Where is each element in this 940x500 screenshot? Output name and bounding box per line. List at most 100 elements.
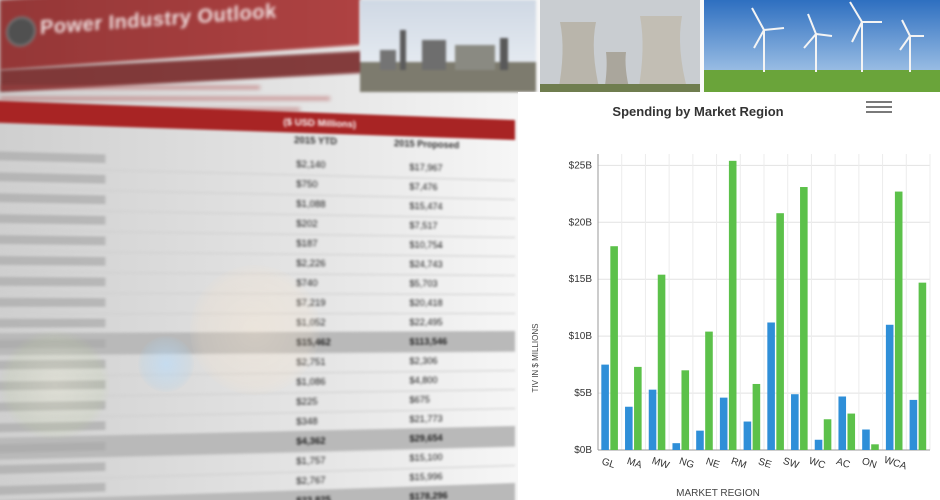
cell-ytd: $23,825 (296, 494, 331, 500)
cell-proposed: $21,773 (409, 413, 443, 425)
x-tick-label: GL (600, 456, 617, 471)
x-tick-label: AC (835, 456, 852, 471)
cell-proposed: $675 (409, 394, 430, 405)
row-label-placeholder (0, 213, 106, 225)
cooling-towers-photo (540, 0, 700, 92)
bar-on-green[interactable] (847, 413, 856, 450)
bar-rm-green[interactable] (728, 160, 737, 450)
y-tick-label: $15B (569, 274, 593, 285)
x-tick-label: NG (678, 456, 696, 471)
cell-ytd: $1,088 (296, 198, 326, 210)
cell-proposed: $5,703 (409, 278, 438, 289)
y-tick-label: $0B (574, 445, 592, 456)
seal-logo-icon (6, 15, 36, 48)
x-tick-label: RM (730, 456, 748, 471)
cell-proposed: $22,495 (409, 317, 443, 328)
bar-sw-green[interactable] (776, 213, 784, 450)
bar-qc-green[interactable] (871, 444, 879, 450)
row-label-placeholder (0, 234, 106, 246)
bar-wca-green[interactable] (894, 191, 903, 451)
cell-proposed: $15,996 (409, 471, 443, 483)
cell-proposed: $2,306 (409, 355, 438, 367)
cell-ytd: $202 (296, 218, 318, 229)
cell-proposed: $113,546 (409, 336, 448, 347)
bar-ne-blue[interactable] (696, 430, 704, 450)
col-header-ytd: 2015 YTD (294, 134, 338, 147)
bar-wca-blue[interactable] (885, 324, 894, 450)
cell-proposed: $15,474 (409, 200, 443, 212)
cell-proposed: $29,654 (409, 432, 443, 444)
cell-ytd: $2,767 (296, 474, 326, 487)
x-tick-label: SW (781, 456, 800, 472)
bar-ma-blue[interactable] (625, 406, 633, 450)
y-axis-label: TIV IN $ MILLIONS (531, 324, 540, 393)
bar-wc-green[interactable] (800, 187, 808, 450)
cell-ytd: $348 (296, 415, 318, 427)
bar-se-blue[interactable] (743, 421, 752, 450)
cell-ytd: $750 (296, 178, 318, 190)
cell-proposed: $4,800 (409, 374, 438, 386)
bar-wc-blue[interactable] (791, 394, 799, 450)
cell-proposed: $15,100 (409, 451, 443, 464)
row-label-placeholder (0, 171, 106, 184)
cell-proposed: $20,418 (409, 297, 443, 308)
bar-rm-blue[interactable] (719, 397, 728, 450)
cell-ytd: $1,086 (296, 376, 326, 388)
cell-ytd: $187 (296, 238, 318, 249)
x-tick-label: MA (626, 456, 644, 471)
cell-proposed: $10,754 (409, 239, 443, 251)
cell-proposed: $24,743 (409, 258, 443, 270)
cell-ytd: $2,140 (296, 158, 326, 170)
bar-gl-green[interactable] (610, 246, 618, 450)
y-tick-label: $20B (569, 217, 593, 228)
bar-wca2-green[interactable] (918, 282, 927, 450)
lens-flare (190, 265, 320, 395)
bar-ma-green[interactable] (634, 366, 642, 450)
lens-flare (0, 330, 110, 440)
bar-se-green[interactable] (752, 383, 761, 450)
row-label-placeholder (0, 192, 106, 205)
bar-ng-blue[interactable] (672, 443, 681, 450)
bar-wca2-blue[interactable] (909, 399, 918, 450)
bar-ng-green[interactable] (681, 370, 690, 450)
cell-proposed: $7,476 (409, 181, 438, 193)
bar-chart: Spending by Market Region TIV IN $ MILLI… (531, 104, 931, 499)
x-tick-label: WCA (882, 455, 908, 473)
table-caption: ($ USD Millions) (283, 116, 357, 130)
bar-mw-green[interactable] (657, 274, 666, 450)
col-header-proposed: 2015 Proposed (394, 138, 460, 151)
bar-ac-green[interactable] (823, 419, 832, 450)
row-label-placeholder (0, 482, 106, 497)
bar-sw-blue[interactable] (767, 322, 775, 450)
screen: Power Industry Outlook ($ USD Millions) … (0, 0, 940, 500)
lens-flare (138, 336, 194, 392)
chart-panel: Spending by Market Region TIV IN $ MILLI… (518, 92, 940, 500)
row-label-placeholder (0, 441, 106, 455)
row-label-placeholder (0, 297, 106, 307)
hamburger-menu-icon[interactable] (866, 98, 892, 114)
row-label-placeholder (0, 462, 106, 476)
cell-ytd: $225 (296, 396, 318, 407)
bar-mw-blue[interactable] (648, 389, 657, 450)
bar-gl-blue[interactable] (601, 364, 609, 450)
row-label-placeholder (0, 150, 106, 164)
row-label-placeholder (0, 276, 106, 287)
x-tick-label: WC (807, 456, 826, 472)
page-title: Power Industry Outlook (40, 0, 277, 40)
cell-proposed: $178,296 (409, 490, 448, 500)
bar-on-blue[interactable] (838, 396, 847, 450)
x-tick-label: ON (860, 456, 878, 471)
cell-ytd: $4,362 (296, 435, 326, 447)
y-tick-label: $25B (569, 160, 593, 171)
bar-qc-blue[interactable] (862, 429, 870, 450)
y-tick-label: $5B (574, 388, 592, 399)
cell-ytd: $2,226 (296, 257, 326, 269)
chart-title: Spending by Market Region (612, 104, 783, 119)
cell-proposed: $17,967 (409, 162, 443, 174)
x-tick-label: SE (757, 456, 773, 471)
row-label-placeholder (0, 318, 106, 328)
cell-proposed: $7,517 (409, 220, 438, 231)
y-tick-label: $10B (569, 331, 593, 342)
bar-ac-blue[interactable] (814, 439, 823, 450)
bar-ne-green[interactable] (705, 331, 713, 450)
